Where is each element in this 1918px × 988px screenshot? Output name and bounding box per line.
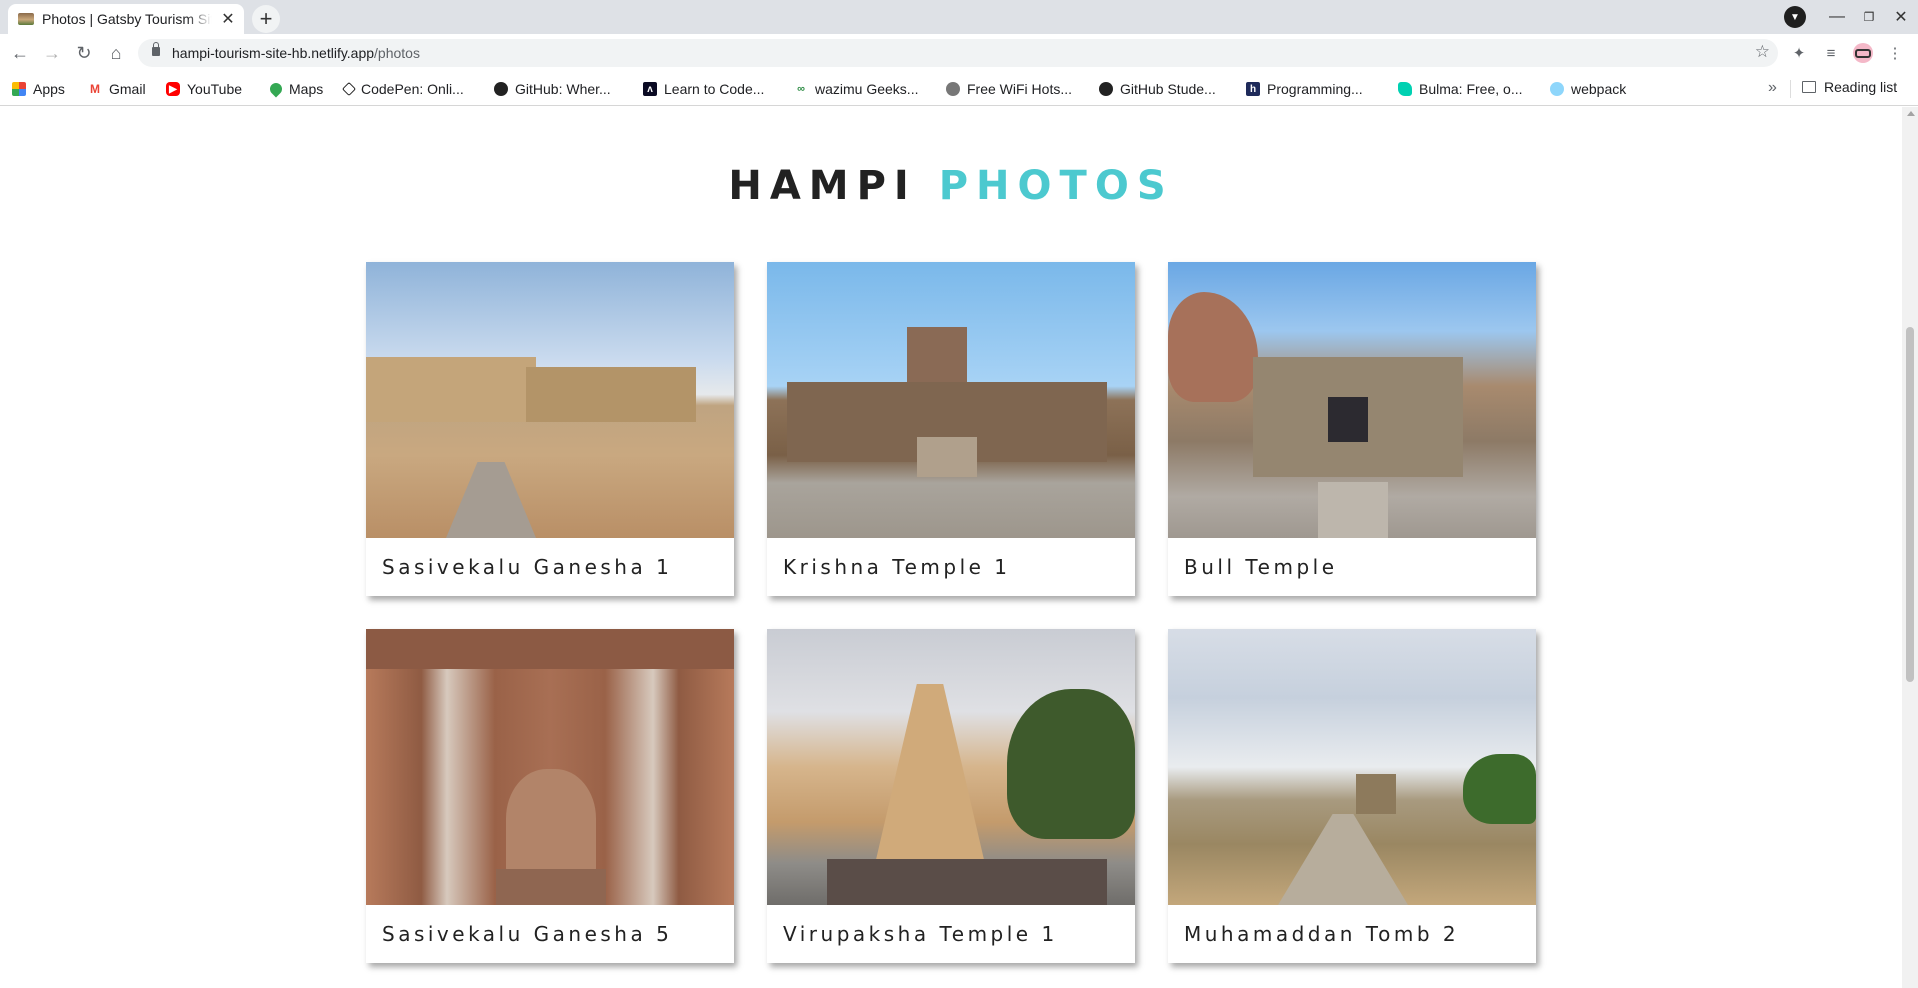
hashnode-icon: h xyxy=(1246,82,1260,96)
tab-search-icon[interactable]: ▼ xyxy=(1784,6,1806,28)
photo-title: Krishna Temple 1 xyxy=(783,555,1011,579)
new-tab-button[interactable]: + xyxy=(252,5,280,33)
reading-list-icon xyxy=(1802,81,1816,93)
bulma-icon xyxy=(1398,82,1412,96)
bookmark-apps[interactable]: Apps xyxy=(12,79,65,99)
bookmarks-bar: Apps M Gmail ▶ YouTube Maps CodePen: Onl… xyxy=(0,72,1918,106)
bookmark-star-icon[interactable]: ☆ xyxy=(1755,42,1770,62)
bookmark-webpack[interactable]: webpack xyxy=(1550,79,1626,99)
photo-sasivekalu-ganesha-5[interactable] xyxy=(366,629,734,905)
photo-title: Sasivekalu Ganesha 1 xyxy=(382,555,673,579)
bookmark-codepen[interactable]: CodePen: Onli... xyxy=(341,79,464,99)
close-window-button[interactable]: ✕ xyxy=(1890,6,1912,28)
apps-grid-icon xyxy=(12,82,26,96)
heading-photos: PHOTOS xyxy=(938,163,1174,209)
tab-favicon-icon xyxy=(18,13,34,25)
page-content: HAMPI PHOTOS Sasivekalu Ganesha 1 Krishn… xyxy=(0,107,1902,988)
bookmark-maps[interactable]: Maps xyxy=(267,79,323,99)
gmail-icon: M xyxy=(88,82,102,96)
bookmark-programming[interactable]: h Programming... xyxy=(1246,79,1363,99)
photo-card[interactable]: Muhamaddan Tomb 2 xyxy=(1168,629,1536,963)
browser-toolbar: ← → ↻ ⌂ hampi-tourism-site-hb.netlify.ap… xyxy=(0,34,1918,72)
bookmark-freecodecamp[interactable]: ʌ Learn to Code... xyxy=(643,79,764,99)
reload-icon[interactable]: ↻ xyxy=(72,41,96,65)
profile-avatar[interactable] xyxy=(1853,43,1873,63)
more-bookmarks-chevron-icon[interactable]: » xyxy=(1768,79,1777,97)
photo-grid: Sasivekalu Ganesha 1 Krishna Temple 1 Bu… xyxy=(366,262,1536,963)
codepen-icon xyxy=(341,81,357,97)
wazimu-icon: ∞ xyxy=(794,82,808,96)
bookmark-wazimu[interactable]: ∞ wazimu Geeks... xyxy=(794,79,918,99)
browser-tab-photos[interactable]: Photos | Gatsby Tourism Site ✕ xyxy=(8,4,244,34)
minimize-window-button[interactable]: — xyxy=(1826,6,1848,28)
url-text[interactable]: hampi-tourism-site-hb.netlify.app/photos xyxy=(172,45,420,61)
photo-card[interactable]: Bull Temple xyxy=(1168,262,1536,596)
bookmark-github-student[interactable]: GitHub Stude... xyxy=(1099,79,1216,99)
photo-sasivekalu-ganesha-1[interactable] xyxy=(366,262,734,538)
bookmarks-divider xyxy=(1790,80,1791,98)
photo-title: Virupaksha Temple 1 xyxy=(783,922,1058,946)
bookmark-gmail[interactable]: M Gmail xyxy=(88,79,146,99)
youtube-icon: ▶ xyxy=(166,82,180,96)
media-controls-icon[interactable]: ≡ xyxy=(1821,43,1841,63)
scroll-up-arrow-icon[interactable] xyxy=(1907,111,1915,116)
bookmark-github-where[interactable]: GitHub: Wher... xyxy=(494,79,611,99)
reading-list-button[interactable]: Reading list xyxy=(1802,79,1897,95)
photo-muhamaddan-tomb-2[interactable] xyxy=(1168,629,1536,905)
photo-title: Bull Temple xyxy=(1184,555,1338,579)
globe-icon xyxy=(946,82,960,96)
bookmark-free-wifi[interactable]: Free WiFi Hots... xyxy=(946,79,1072,99)
tab-title: Photos | Gatsby Tourism Site xyxy=(42,11,212,27)
github-icon xyxy=(1099,82,1113,96)
scrollbar-thumb[interactable] xyxy=(1906,327,1914,682)
photo-title: Sasivekalu Ganesha 5 xyxy=(382,922,673,946)
lock-icon[interactable] xyxy=(152,42,160,56)
maps-icon xyxy=(267,80,285,98)
photo-krishna-temple-1[interactable] xyxy=(767,262,1135,538)
photo-virupaksha-temple-1[interactable] xyxy=(767,629,1135,905)
bookmark-bulma[interactable]: Bulma: Free, o... xyxy=(1398,79,1522,99)
back-arrow-icon[interactable]: ← xyxy=(8,41,32,65)
tab-strip: Photos | Gatsby Tourism Site ✕ + ▼ — ❐ ✕ xyxy=(0,0,1918,34)
photo-card[interactable]: Krishna Temple 1 xyxy=(767,262,1135,596)
page-heading: HAMPI PHOTOS xyxy=(0,163,1902,209)
photo-bull-temple[interactable] xyxy=(1168,262,1536,538)
photo-card[interactable]: Sasivekalu Ganesha 5 xyxy=(366,629,734,963)
menu-kebab-icon[interactable]: ⋮ xyxy=(1885,43,1905,63)
bookmark-youtube[interactable]: ▶ YouTube xyxy=(166,79,242,99)
freecodecamp-icon: ʌ xyxy=(643,82,657,96)
extensions-puzzle-icon[interactable]: ✦ xyxy=(1789,43,1809,63)
photo-title: Muhamaddan Tomb 2 xyxy=(1184,922,1460,946)
address-bar[interactable]: hampi-tourism-site-hb.netlify.app/photos… xyxy=(138,39,1778,67)
tab-close-icon[interactable]: ✕ xyxy=(220,9,236,29)
photo-card[interactable]: Virupaksha Temple 1 xyxy=(767,629,1135,963)
home-icon[interactable]: ⌂ xyxy=(104,41,128,65)
vertical-scrollbar[interactable] xyxy=(1902,107,1918,988)
webpack-icon xyxy=(1550,82,1564,96)
restore-window-button[interactable]: ❐ xyxy=(1858,6,1880,28)
github-icon xyxy=(494,82,508,96)
photo-card[interactable]: Sasivekalu Ganesha 1 xyxy=(366,262,734,596)
forward-arrow-icon[interactable]: → xyxy=(40,41,64,65)
heading-hampi: HAMPI xyxy=(728,163,917,209)
